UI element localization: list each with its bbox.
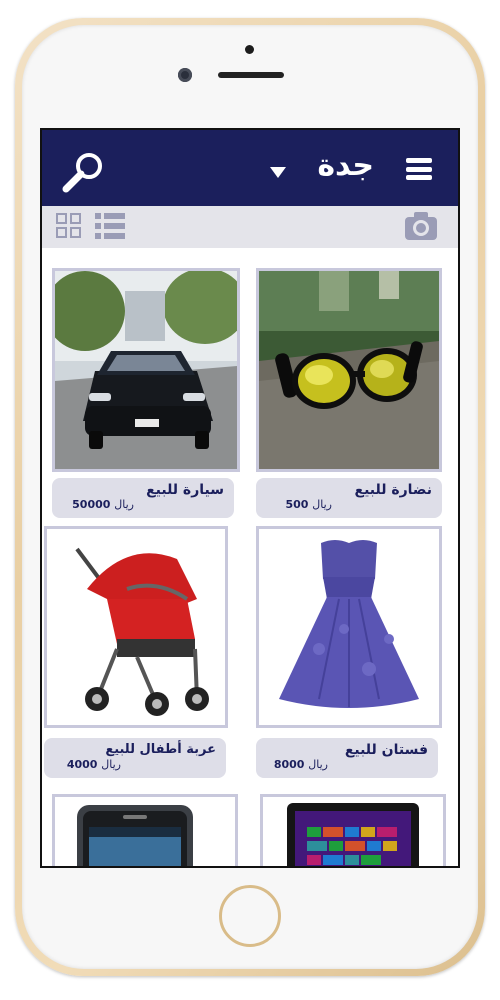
home-button[interactable] [219, 885, 281, 947]
listing-image [256, 526, 442, 728]
app-screen: جدة نضارة للبيع ريال 500 سيارة للبيع ريا… [40, 128, 460, 868]
listing-info: فستان للبيع ريال 8000 [256, 738, 438, 778]
listing-title: عربة أطفال للبيع [105, 742, 216, 757]
listing-card[interactable]: عربة أطفال للبيع ريال 4000 [44, 526, 230, 778]
listing-currency: ريال [114, 498, 134, 511]
sunglasses-photo [259, 271, 439, 469]
windows-tablet-photo [263, 797, 443, 866]
listing-info: نضارة للبيع ريال 500 [256, 478, 442, 518]
listing-price: ريال 50000 [72, 498, 134, 511]
listing-title: نضارة للبيع [354, 482, 432, 498]
listing-amount: 8000 [273, 758, 305, 771]
listing-currency: ريال [308, 758, 328, 771]
city-selector[interactable]: جدة [317, 148, 374, 183]
listing-card[interactable] [260, 794, 446, 866]
listing-price: ريال 8000 [274, 758, 328, 771]
search-icon[interactable] [62, 150, 106, 194]
dropdown-arrow-icon[interactable] [270, 167, 286, 178]
blue-dress-photo [259, 529, 439, 725]
listing-card[interactable] [52, 794, 238, 866]
listing-image [52, 794, 238, 866]
listing-image [256, 268, 442, 472]
grid-view-icon[interactable] [56, 213, 83, 240]
listing-card[interactable]: نضارة للبيع ريال 500 [256, 268, 442, 518]
listing-amount: 500 [285, 498, 309, 511]
listing-price: ريال 4000 [67, 758, 121, 771]
listings-grid: نضارة للبيع ريال 500 سيارة للبيع ريال 50… [42, 248, 458, 866]
proximity-sensor [245, 45, 254, 54]
listing-currency: ريال [312, 498, 332, 511]
view-toolbar [42, 206, 458, 248]
camera-icon[interactable] [404, 211, 438, 241]
listing-amount: 50000 [72, 498, 111, 511]
list-view-icon[interactable] [95, 213, 125, 240]
listing-currency: ريال [101, 758, 121, 771]
samsung-phone-photo [55, 797, 235, 866]
listing-title: فستان للبيع [344, 742, 428, 758]
listing-card[interactable]: سيارة للبيع ريال 50000 [52, 268, 240, 518]
listing-info: عربة أطفال للبيع ريال 4000 [44, 738, 226, 778]
earpiece-speaker [218, 72, 284, 78]
listing-amount: 4000 [66, 758, 98, 771]
black-car-photo [55, 271, 237, 469]
app-header: جدة [42, 130, 458, 206]
listing-title: سيارة للبيع [146, 482, 224, 498]
red-stroller-photo [47, 529, 225, 725]
listing-card[interactable]: فستان للبيع ريال 8000 [256, 526, 442, 778]
front-camera [178, 68, 192, 82]
listing-price: ريال 500 [285, 498, 332, 511]
hamburger-menu-icon[interactable] [406, 158, 432, 180]
listing-image [44, 526, 228, 728]
listing-info: سيارة للبيع ريال 50000 [52, 478, 234, 518]
listing-image [52, 268, 240, 472]
listing-image [260, 794, 446, 866]
